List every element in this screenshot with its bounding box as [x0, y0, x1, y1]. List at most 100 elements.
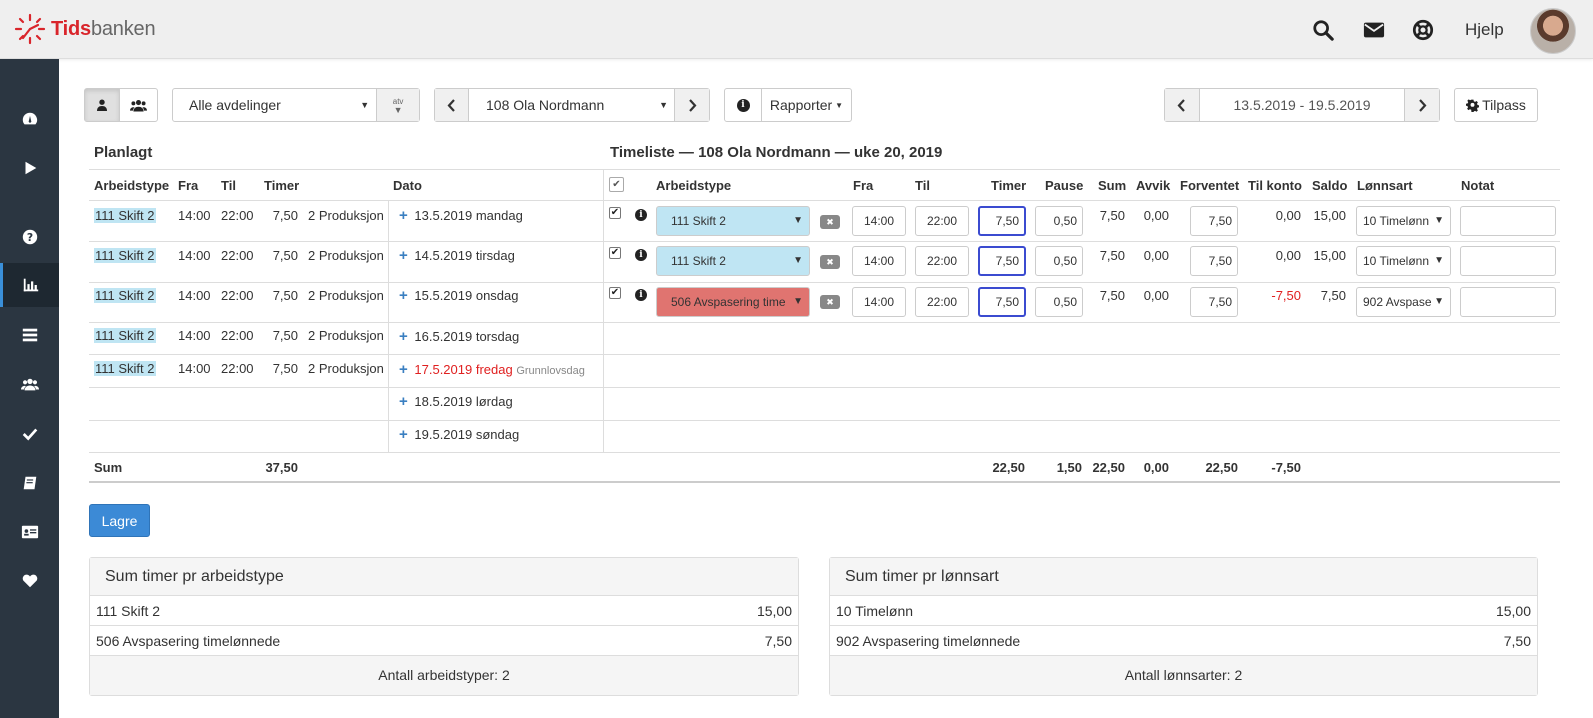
avatar[interactable] [1530, 8, 1576, 54]
sidebar-item-approve[interactable] [0, 412, 59, 456]
employee-value: 108 Ola Nordmann [486, 97, 605, 113]
row-checkbox[interactable]: ✔ [609, 207, 621, 219]
sidebar-item-favorites[interactable] [0, 559, 59, 603]
add-entry-button[interactable]: + [399, 287, 408, 304]
envelope-icon[interactable] [1363, 19, 1385, 41]
planned-hours: 7,50 [272, 208, 298, 223]
hours-input[interactable]: 7,50 [978, 206, 1026, 236]
sidebar-item-dashboard[interactable] [0, 97, 59, 141]
wage-type-select[interactable]: 10 Timelønn ▼ [1356, 206, 1451, 236]
customize-button[interactable]: Tilpass [1454, 88, 1538, 122]
add-entry-button[interactable]: + [399, 393, 408, 410]
reports-dropdown-button[interactable]: Rapporter ▼ [762, 89, 851, 121]
col-header-type: Arbeidstype [94, 178, 170, 193]
planned-type: 111 Skift 2 [94, 208, 156, 223]
add-entry-button[interactable]: + [399, 207, 408, 224]
prev-week-button[interactable] [1165, 89, 1200, 121]
to-time-input[interactable]: 22:00 [915, 246, 969, 276]
expected-input[interactable]: 7,50 [1190, 246, 1238, 276]
info-icon[interactable]: i [635, 209, 647, 221]
planned-to: 22:00 [221, 248, 254, 263]
planned-hours: 7,50 [272, 248, 298, 263]
sum-expected: 22,50 [1205, 460, 1238, 475]
pause-input[interactable]: 0,50 [1035, 287, 1083, 317]
row-checkbox[interactable]: ✔ [609, 287, 621, 299]
info-button[interactable]: i [725, 89, 762, 121]
expected-input[interactable]: 7,50 [1190, 287, 1238, 317]
to-time-input[interactable]: 22:00 [915, 206, 969, 236]
work-type-select[interactable]: 111 Skift 2 ▼ [656, 246, 810, 276]
wage-type-select[interactable]: 902 Avspase ▼ [1356, 287, 1451, 317]
to-account-value: 0,00 [1275, 208, 1301, 223]
from-time-input[interactable]: 14:00 [852, 206, 906, 236]
item-value: 15,00 [1495, 603, 1531, 619]
to-time-input[interactable]: 22:00 [915, 287, 969, 317]
from-time-input[interactable]: 14:00 [852, 246, 906, 276]
sidebar-item-help[interactable]: ? [0, 215, 59, 259]
note-input[interactable] [1460, 206, 1556, 236]
delete-row-button[interactable]: ✖ [820, 295, 840, 309]
next-week-button[interactable] [1405, 89, 1439, 121]
planned-from: 14:00 [178, 248, 211, 263]
atv-button[interactable]: atv ▼ [377, 89, 419, 121]
lifebuoy-icon[interactable] [1412, 19, 1434, 41]
add-entry-button[interactable]: + [399, 328, 408, 345]
select-all-checkbox[interactable]: ✔ [609, 177, 624, 192]
department-dropdown[interactable]: Alle avdelinger ▼ [173, 89, 378, 121]
sidebar-item-reports[interactable] [0, 263, 59, 307]
expected-input[interactable]: 7,50 [1190, 206, 1238, 236]
delete-row-button[interactable]: ✖ [820, 215, 840, 229]
sum-to-account: -7,50 [1271, 460, 1301, 475]
save-button[interactable]: Lagre [89, 504, 150, 537]
date-label: 17.5.2019 fredag [414, 362, 513, 377]
info-icon[interactable]: i [635, 289, 647, 301]
note-input[interactable] [1460, 287, 1556, 317]
date-label: 13.5.2019 mandag [414, 208, 523, 223]
wage-type-select[interactable]: 10 Timelønn ▼ [1356, 246, 1451, 276]
help-link[interactable]: Hjelp [1465, 20, 1504, 40]
date-range-field[interactable]: 13.5.2019 - 19.5.2019 [1200, 89, 1406, 121]
caret-down-icon: ▼ [793, 215, 803, 226]
department-select[interactable]: Alle avdelinger ▼ atv ▼ [172, 88, 420, 122]
to-account-value: -7,50 [1271, 288, 1301, 303]
search-icon[interactable] [1312, 19, 1334, 41]
sidebar-item-users[interactable] [0, 363, 59, 407]
ts-header-hours: Timer [991, 178, 1027, 193]
table-bottom-border [89, 481, 1560, 483]
delete-row-button[interactable]: ✖ [820, 255, 840, 269]
planned-type: 111 Skift 2 [94, 288, 156, 303]
pause-input[interactable]: 0,50 [1035, 246, 1083, 276]
single-user-button[interactable] [85, 89, 120, 121]
date-range-value: 13.5.2019 - 19.5.2019 [1233, 97, 1371, 113]
group-users-button[interactable] [120, 89, 157, 121]
caret-down-icon: ▼ [1431, 296, 1444, 307]
row-checkbox[interactable]: ✔ [609, 247, 621, 259]
chevron-down-icon: ▼ [393, 104, 403, 115]
chevron-down-icon: ▼ [659, 100, 668, 110]
sidebar-item-play[interactable] [0, 146, 59, 190]
ts-header-deviation: Avvik [1136, 178, 1171, 193]
col-header-date: Dato [393, 178, 422, 193]
pause-input[interactable]: 0,50 [1035, 206, 1083, 236]
employee-dropdown[interactable]: 108 Ola Nordmann ▼ [469, 89, 675, 121]
add-entry-button[interactable]: + [399, 361, 408, 378]
planned-department: 2 Produksjon [308, 288, 384, 303]
sidebar-item-list[interactable] [0, 313, 59, 357]
sidebar-item-id-card[interactable] [0, 510, 59, 554]
note-input[interactable] [1460, 246, 1556, 276]
hours-input[interactable]: 7,50 [978, 246, 1026, 276]
sidebar-item-book[interactable] [0, 461, 59, 505]
next-employee-button[interactable] [675, 89, 709, 121]
planned-to: 22:00 [221, 208, 254, 223]
info-icon[interactable]: i [635, 249, 647, 261]
prev-employee-button[interactable] [435, 89, 469, 121]
logo[interactable]: Tidsbanken [14, 13, 156, 45]
work-type-select[interactable]: 111 Skift 2 ▼ [656, 206, 810, 236]
from-time-input[interactable]: 14:00 [852, 287, 906, 317]
add-entry-button[interactable]: + [399, 247, 408, 264]
hours-input[interactable]: 7,50 [978, 287, 1026, 317]
deviation-value: 0,00 [1143, 288, 1169, 303]
work-type-select[interactable]: 506 Avspasering time ▼ [656, 287, 810, 317]
add-entry-button[interactable]: + [399, 426, 408, 443]
planned-from: 14:00 [178, 361, 211, 376]
